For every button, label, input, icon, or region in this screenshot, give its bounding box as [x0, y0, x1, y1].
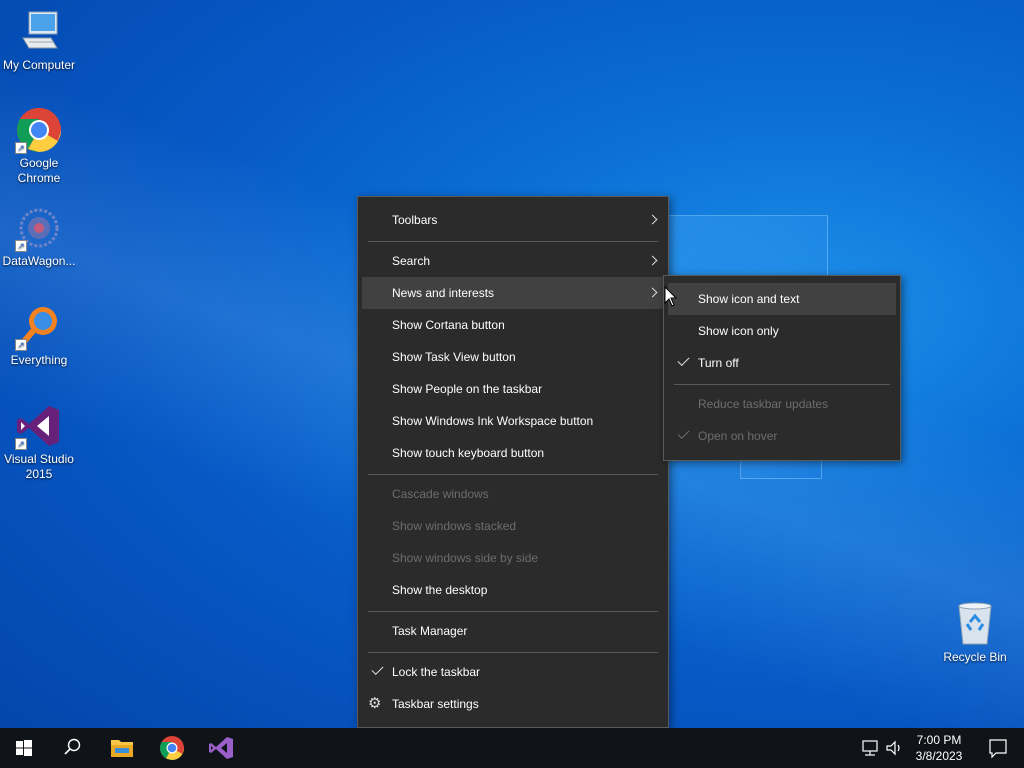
menu-item-label: Show Windows Ink Workspace button — [392, 414, 594, 428]
menu-item-show-touch-keyboard[interactable]: Show touch keyboard button — [362, 437, 664, 469]
menu-separator — [368, 652, 658, 653]
menu-separator — [368, 241, 658, 242]
shortcut-arrow-icon: ↗ — [15, 142, 27, 154]
desktop-icon-label: My Computer — [2, 58, 76, 72]
desktop-icon-google-chrome[interactable]: ↗ Google Chrome — [0, 106, 78, 186]
menu-item-show-cortana-button[interactable]: Show Cortana button — [362, 309, 664, 341]
network-icon[interactable] — [860, 738, 882, 758]
menu-item-label: Show touch keyboard button — [392, 446, 545, 460]
menu-item-show-windows-side-by-side: Show windows side by side — [362, 542, 664, 574]
menu-item-label: Show Cortana button — [392, 318, 505, 332]
menu-item-label: Reduce taskbar updates — [698, 397, 829, 411]
desktop-icon-label: Google Chrome — [17, 156, 61, 185]
menu-item-label: Show People on the taskbar — [392, 382, 543, 396]
checkmark-icon — [371, 662, 384, 676]
menu-item-toolbars[interactable]: Toolbars — [362, 204, 664, 236]
desktop-icon-datawagon[interactable]: ↗ DataWagon... — [0, 204, 78, 269]
computer-icon — [15, 8, 63, 56]
taskbar-search-button[interactable] — [48, 728, 96, 768]
clock-time: 7:00 PM — [916, 733, 962, 747]
start-icon — [16, 740, 32, 756]
menu-item-label: News and interests — [392, 286, 495, 300]
everything-search-icon: ↗ — [15, 303, 63, 351]
shortcut-arrow-icon: ↗ — [15, 339, 27, 351]
menu-item-label: Show Task View button — [392, 350, 516, 364]
chevron-right-icon — [647, 214, 658, 225]
menu-item-show-task-view-button[interactable]: Show Task View button — [362, 341, 664, 373]
submenu-item-show-icon-only[interactable]: Show icon only — [668, 315, 896, 347]
submenu-item-turn-off[interactable]: Turn off — [668, 347, 896, 379]
gear-icon: ⚙ — [368, 695, 382, 712]
clock-date: 3/8/2023 — [915, 749, 963, 763]
menu-item-label: Lock the taskbar — [392, 665, 481, 679]
menu-item-label: Taskbar settings — [392, 697, 479, 711]
chrome-icon: ↗ — [15, 106, 63, 154]
search-icon — [64, 738, 81, 755]
menu-item-show-windows-stacked: Show windows stacked — [362, 510, 664, 542]
menu-item-show-windows-ink[interactable]: Show Windows Ink Workspace button — [362, 405, 664, 437]
menu-item-task-manager[interactable]: Task Manager — [362, 615, 664, 647]
menu-item-cascade-windows: Cascade windows — [362, 478, 664, 510]
desktop-icon-recycle-bin[interactable]: Recycle Bin — [936, 600, 1014, 665]
news-and-interests-submenu: Show icon and text Show icon only Turn o… — [663, 275, 901, 461]
checkmark-icon — [677, 353, 690, 367]
action-center-icon[interactable] — [978, 728, 1018, 768]
menu-item-label: Show the desktop — [392, 583, 488, 597]
visual-studio-icon: ↗ — [15, 402, 63, 450]
desktop-icon-label: Everything — [10, 353, 68, 367]
menu-item-lock-the-taskbar[interactable]: Lock the taskbar — [362, 656, 664, 688]
menu-item-show-people[interactable]: Show People on the taskbar — [362, 373, 664, 405]
desktop-icon-visual-studio[interactable]: ↗ Visual Studio 2015 — [0, 402, 78, 482]
shortcut-arrow-icon: ↗ — [15, 438, 27, 450]
desktop-icon-label: DataWagon... — [2, 254, 76, 268]
chevron-right-icon — [647, 287, 658, 298]
taskbar-context-menu: Toolbars Search News and interests Show … — [357, 196, 669, 728]
desktop-icon-my-computer[interactable]: My Computer — [0, 8, 78, 73]
menu-item-label: Search — [392, 254, 431, 268]
submenu-item-show-icon-and-text[interactable]: Show icon and text — [668, 283, 896, 315]
menu-item-search[interactable]: Search — [362, 245, 664, 277]
datawagon-icon: ↗ — [15, 204, 63, 252]
menu-separator — [368, 611, 658, 612]
menu-item-show-the-desktop[interactable]: Show the desktop — [362, 574, 664, 606]
menu-item-label: Task Manager — [392, 624, 468, 638]
taskbar-clock[interactable]: 7:00 PM 3/8/2023 — [910, 731, 968, 765]
checkmark-icon — [677, 426, 690, 440]
submenu-item-reduce-taskbar-updates: Reduce taskbar updates — [668, 388, 896, 420]
menu-item-label: Cascade windows — [392, 487, 489, 501]
menu-item-label: Turn off — [698, 356, 739, 370]
taskbar-file-explorer[interactable] — [98, 728, 146, 768]
start-button[interactable] — [0, 728, 48, 768]
menu-item-label: Show windows side by side — [392, 551, 539, 565]
desktop-icon-everything[interactable]: ↗ Everything — [0, 303, 78, 368]
desktop-icon-label: Visual Studio 2015 — [4, 452, 74, 481]
menu-separator — [674, 384, 890, 385]
taskbar[interactable]: 7:00 PM 3/8/2023 — [0, 728, 1024, 768]
volume-icon[interactable] — [884, 738, 906, 758]
file-explorer-icon — [111, 740, 133, 757]
desktop-icon-label: Recycle Bin — [943, 650, 1007, 664]
visual-studio-icon — [209, 737, 233, 759]
menu-separator — [368, 474, 658, 475]
chrome-icon — [159, 736, 184, 761]
taskbar-visual-studio[interactable] — [197, 728, 245, 768]
chevron-right-icon — [647, 255, 658, 266]
submenu-item-open-on-hover: Open on hover — [668, 420, 896, 452]
shortcut-arrow-icon: ↗ — [15, 240, 27, 252]
menu-item-label: Toolbars — [392, 213, 438, 227]
taskbar-chrome[interactable] — [148, 728, 196, 768]
menu-item-label: Show windows stacked — [392, 519, 517, 533]
menu-item-label: Show icon and text — [698, 292, 800, 306]
menu-item-label: Show icon only — [698, 324, 779, 338]
menu-item-news-and-interests[interactable]: News and interests — [362, 277, 664, 309]
menu-item-taskbar-settings[interactable]: ⚙ Taskbar settings — [362, 688, 664, 720]
recycle-bin-icon — [951, 600, 999, 648]
menu-item-label: Open on hover — [698, 429, 778, 443]
